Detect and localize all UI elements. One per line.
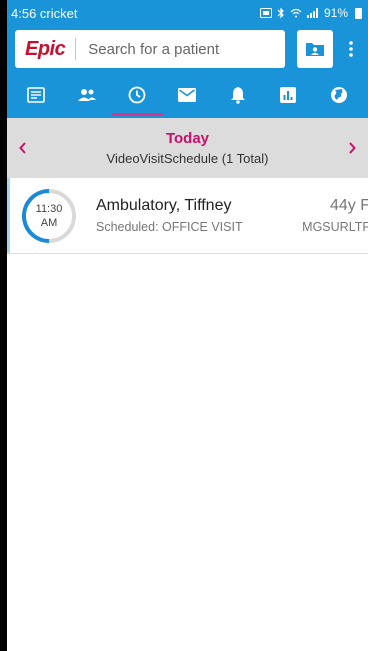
status-bar: 4:56 cricket 91% [7,0,368,26]
department: MGSURLTF [302,220,368,234]
visit-status: Scheduled: OFFICE VISIT [96,220,243,234]
appointment-time-ring: 11:30 AM [20,187,78,245]
patient-name: Ambulatory, Tiffney [96,197,232,214]
overflow-menu-button[interactable] [341,30,360,68]
chevron-right-icon [349,142,356,154]
app-header: Epic Search for a patient [7,26,368,72]
cast-icon [259,8,272,18]
tab-patients[interactable] [67,72,107,118]
tab-web[interactable] [319,72,359,118]
tab-schedule-list[interactable] [16,72,56,118]
search-input[interactable]: Search for a patient [88,41,219,58]
day-navigator: Today VideoVisitSchedule (1 Total) [7,118,368,178]
patient-card-icon [306,43,325,56]
patient-card-button[interactable] [297,30,334,68]
bell-icon [230,87,245,104]
patient-search-box[interactable]: Epic Search for a patient [15,30,285,68]
battery-percent: 91% [323,6,348,20]
appointment-ampm: AM [40,216,58,229]
day-header[interactable]: Today VideoVisitSchedule (1 Total) [31,130,344,166]
schedule-content: Today VideoVisitSchedule (1 Total) 11:30… [7,118,368,651]
chart-icon [280,87,297,103]
tab-notifications[interactable] [218,72,258,118]
wifi-icon [290,8,302,18]
bluetooth-icon [277,7,285,19]
tab-bar [7,72,368,118]
appointment-time: 11:30 AM [20,187,78,245]
clock-icon [128,86,146,104]
appointment-row[interactable]: 11:30 AM Ambulatory, Tiffney Scheduled: … [7,178,368,254]
schedule-list-icon [27,87,46,103]
tab-reports[interactable] [268,72,308,118]
chevron-left-icon [19,142,26,154]
schedule-name: VideoVisitSchedule (1 Total) [106,151,269,166]
next-day-button[interactable] [344,142,360,154]
patients-icon [77,89,96,101]
more-vert-icon [348,41,353,57]
previous-day-button[interactable] [15,142,31,154]
patient-age-sex: 44y F [329,197,368,214]
signal-icon [306,8,319,18]
status-time: 4:56 [11,5,40,21]
search-divider [75,38,77,60]
epic-logo: Epic [25,37,66,60]
battery-icon [355,7,362,19]
status-carrier: cricket [39,5,78,21]
appointment-details: 44y F MGSURLTF [302,197,368,234]
globe-icon [330,87,347,103]
appointment-info: Ambulatory, Tiffney Scheduled: OFFICE VI… [96,197,302,234]
mail-icon [178,88,197,102]
status-right: 91% [259,6,362,20]
tab-schedule[interactable] [111,72,164,118]
day-title: Today [165,130,210,147]
app-frame: 4:56 cricket 91% Epic Search for a patie… [7,0,368,651]
status-left: 4:56 cricket [11,6,77,21]
tab-messages[interactable] [167,72,207,118]
appointment-hour: 11:30 [35,202,63,215]
